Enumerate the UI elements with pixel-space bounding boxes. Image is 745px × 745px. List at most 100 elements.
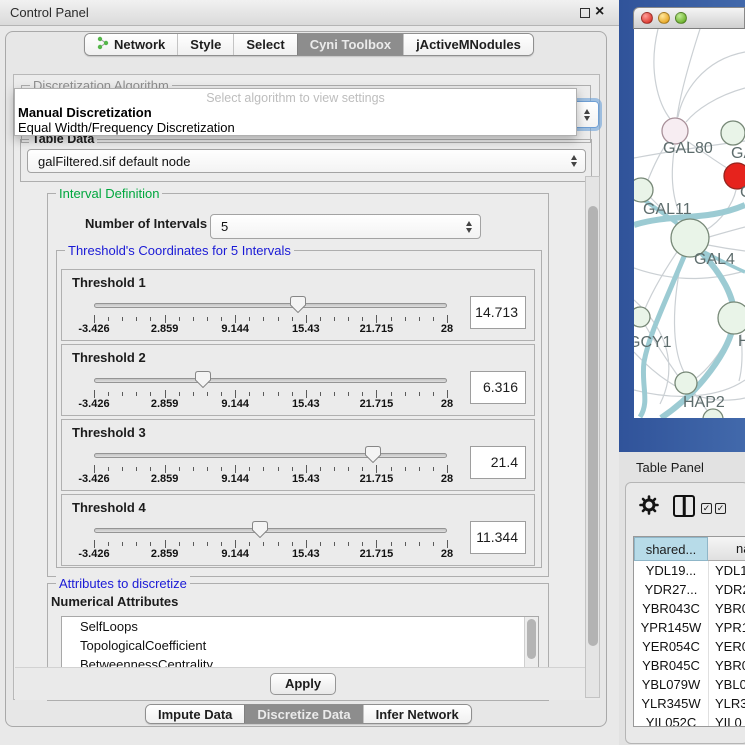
attribute-item[interactable]: SelfLoops <box>62 617 538 636</box>
cell-name[interactable]: YDR2 <box>708 580 745 599</box>
list-scrollbar[interactable] <box>524 617 538 667</box>
table-row[interactable]: YER054CYER0 <box>634 637 745 656</box>
content-scrollbar[interactable] <box>585 176 600 698</box>
table-row[interactable]: YPR145WYPR1 <box>634 618 745 637</box>
slider-track[interactable] <box>94 453 447 458</box>
table-subpanel: ✓ ✓ shared... na YDL19...YDL1YDR27...YDR… <box>625 482 745 744</box>
slider-tick <box>433 542 434 546</box>
checkbox-icon[interactable]: ✓ <box>715 503 726 514</box>
slider-thumb[interactable] <box>290 296 306 313</box>
numerical-attributes-list[interactable]: SelfLoopsTopologicalCoefficientBetweenne… <box>61 616 539 668</box>
tab-impute-data[interactable]: Impute Data <box>146 705 244 723</box>
network-node[interactable] <box>675 372 697 394</box>
cell-name[interactable]: YLR3 <box>708 694 745 713</box>
popup-option-manual-discretization[interactable]: Manual Discretization <box>18 105 152 120</box>
table-row[interactable]: YDL19...YDL1 <box>634 561 745 580</box>
attribute-table[interactable]: shared... na YDL19...YDL1YDR27...YDR2YBR… <box>633 536 745 727</box>
cell-name[interactable]: YBR0 <box>708 599 745 618</box>
split-columns-icon[interactable] <box>673 495 695 517</box>
threshold-row: Threshold 2-3.4262.8599.14415.4321.71528… <box>61 344 535 416</box>
network-node[interactable] <box>721 121 745 145</box>
threshold-value-input[interactable]: 6.316 <box>470 371 526 404</box>
slider-tick <box>108 467 109 471</box>
scrollbar-thumb[interactable] <box>527 619 536 659</box>
slider-thumb[interactable] <box>365 446 381 463</box>
slider-tick <box>179 467 180 471</box>
minimize-button[interactable] <box>658 12 670 24</box>
network-canvas[interactable]: GAL80GACGAL11GAL4GCY1HHAP2 <box>634 29 745 418</box>
table-row[interactable]: YLR345WYLR3 <box>634 694 745 713</box>
slider-tick <box>165 390 166 398</box>
slider-tick <box>306 540 307 548</box>
close-button[interactable] <box>641 12 653 24</box>
cell-shared-name[interactable]: YDR27... <box>634 580 708 599</box>
threshold-value-input[interactable]: 11.344 <box>470 521 526 554</box>
number-of-intervals-combobox[interactable]: 5 <box>210 214 481 239</box>
cell-shared-name[interactable]: YBL079W <box>634 675 708 694</box>
tab-style[interactable]: Style <box>177 34 233 55</box>
cell-name[interactable]: YBR0 <box>708 656 745 675</box>
tab-cyni-toolbox[interactable]: Cyni Toolbox <box>297 34 403 55</box>
cell-name[interactable]: YER0 <box>708 637 745 656</box>
scrollbar-thumb[interactable] <box>588 206 598 646</box>
table-row[interactable]: YBL079WYBL0 <box>634 675 745 694</box>
network-node[interactable] <box>634 178 653 202</box>
popup-option-equal-width-frequency[interactable]: Equal Width/Frequency Discretization <box>18 120 235 135</box>
slider-tick <box>122 542 123 546</box>
table-panel-title: Table Panel <box>636 460 704 475</box>
slider-tick <box>391 542 392 546</box>
threshold-value-input[interactable]: 14.713 <box>470 296 526 329</box>
threshold-label: Threshold 1 <box>72 275 146 290</box>
cell-shared-name[interactable]: YPR145W <box>634 618 708 637</box>
slider-tick <box>292 317 293 321</box>
slider-tick <box>334 392 335 396</box>
settings-gear-icon[interactable] <box>639 495 659 520</box>
node-label: H <box>738 333 745 350</box>
zoom-button[interactable] <box>675 12 687 24</box>
slider-thumb[interactable] <box>252 521 268 538</box>
threshold-value-input[interactable]: 21.4 <box>470 446 526 479</box>
float-window-icon[interactable] <box>580 8 590 18</box>
cell-shared-name[interactable]: YIL052C <box>634 713 708 727</box>
slider-tick <box>136 392 137 396</box>
tab-label: jActiveMNodules <box>416 37 521 52</box>
close-icon[interactable]: × <box>595 3 604 21</box>
cell-name[interactable]: YBL0 <box>708 675 745 694</box>
table-data-combobox[interactable]: galFiltered.sif default node <box>27 149 586 173</box>
slider-tick <box>292 392 293 396</box>
attribute-item[interactable]: TopologicalCoefficient <box>62 636 538 655</box>
network-node[interactable] <box>634 307 650 327</box>
cell-shared-name[interactable]: YBR043C <box>634 599 708 618</box>
checkbox-icon[interactable]: ✓ <box>701 503 712 514</box>
network-node[interactable] <box>718 302 745 334</box>
slider-track[interactable] <box>94 303 447 308</box>
cell-shared-name[interactable]: YER054C <box>634 637 708 656</box>
slider-tick <box>150 317 151 321</box>
table-row[interactable]: YDR27...YDR2 <box>634 580 745 599</box>
tab-infer-network[interactable]: Infer Network <box>363 705 471 723</box>
slider-track[interactable] <box>94 378 447 383</box>
tab-select[interactable]: Select <box>233 34 296 55</box>
slider-thumb[interactable] <box>195 371 211 388</box>
tab-jactivemnodules[interactable]: jActiveMNodules <box>403 34 533 55</box>
apply-button[interactable]: Apply <box>270 673 336 695</box>
table-row[interactable]: YBR045CYBR0 <box>634 656 745 675</box>
slider-track[interactable] <box>94 528 447 533</box>
cell-name[interactable]: YIL0 <box>708 713 745 727</box>
cell-name[interactable]: YPR1 <box>708 618 745 637</box>
table-row[interactable]: YBR043CYBR0 <box>634 599 745 618</box>
cell-shared-name[interactable]: YLR345W <box>634 694 708 713</box>
column-header-shared-name[interactable]: shared... <box>634 537 708 561</box>
slider-tick <box>165 315 166 323</box>
slider-tick <box>179 542 180 546</box>
slider-tick <box>376 465 377 473</box>
table-row[interactable]: YIL052CYIL0 <box>634 713 745 727</box>
cell-shared-name[interactable]: YBR045C <box>634 656 708 675</box>
cell-shared-name[interactable]: YDL19... <box>634 561 708 580</box>
slider-axis-label: 15.43 <box>292 398 320 410</box>
tab-discretize-data[interactable]: Discretize Data <box>244 705 362 723</box>
cell-name[interactable]: YDL1 <box>708 561 745 580</box>
tab-network[interactable]: Network <box>85 34 177 55</box>
column-header-name[interactable]: na <box>708 537 745 561</box>
network-window-titlebar[interactable] <box>633 7 745 29</box>
